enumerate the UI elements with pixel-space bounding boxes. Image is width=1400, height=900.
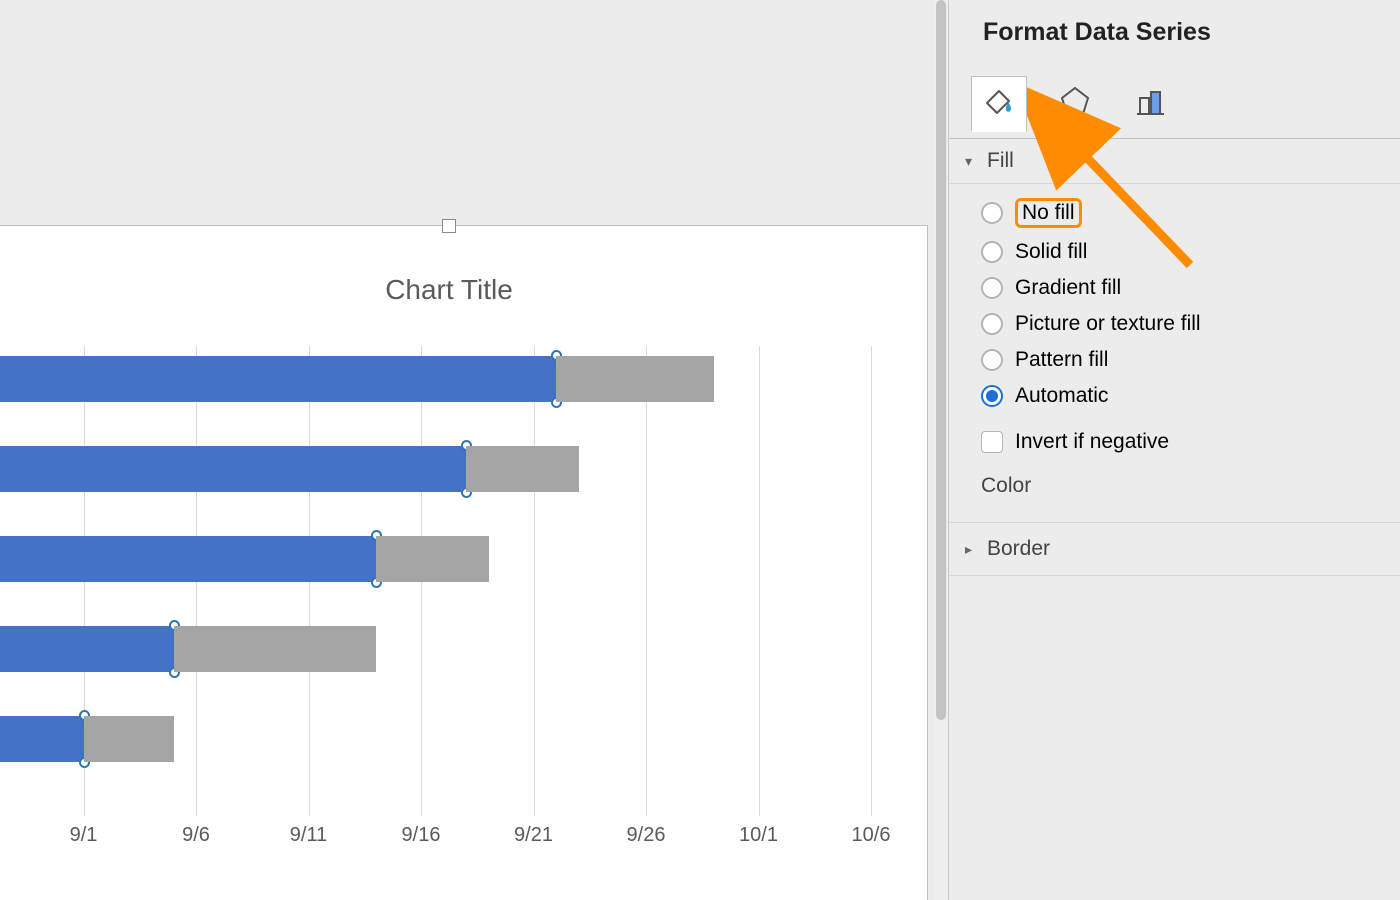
gridline: [534, 346, 535, 816]
bar-row[interactable]: [0, 446, 579, 492]
radio-icon: [981, 241, 1003, 263]
chart-title[interactable]: Chart Title: [0, 274, 927, 306]
fill-option-solid-fill[interactable]: Solid fill: [977, 234, 1400, 270]
tab-series-options[interactable]: [1123, 76, 1179, 132]
bar-row[interactable]: [0, 626, 376, 672]
bar-segment-series2[interactable]: [376, 536, 489, 582]
format-pane: Format Data Series: [948, 0, 1400, 900]
chevron-down-icon: ▾: [965, 153, 979, 170]
vertical-scrollbar[interactable]: [934, 0, 948, 900]
fill-option-picture-fill[interactable]: Picture or texture fill: [977, 306, 1400, 342]
bar-row[interactable]: [0, 356, 714, 402]
fill-section-label: Fill: [987, 149, 1014, 173]
checkbox-icon: [981, 431, 1003, 453]
chevron-right-icon: ▸: [965, 541, 979, 558]
fill-option-automatic[interactable]: Automatic: [977, 378, 1400, 414]
chart-plot-area[interactable]: 8/279/19/69/119/169/219/2610/110/6: [0, 346, 871, 846]
fill-options-group: No fill Solid fill Gradient fill Picture…: [949, 184, 1400, 523]
radio-icon: [981, 349, 1003, 371]
x-axis-tick: 10/6: [852, 824, 891, 847]
resize-handle-top[interactable]: [442, 219, 456, 233]
bar-row[interactable]: [0, 536, 489, 582]
fill-option-pattern-fill[interactable]: Pattern fill: [977, 342, 1400, 378]
tab-effects[interactable]: [1047, 76, 1103, 132]
x-axis-tick: 9/11: [290, 824, 327, 847]
annotation-highlight: No fill: [1015, 198, 1082, 228]
bar-segment-series2[interactable]: [556, 356, 714, 402]
x-axis-tick: 9/26: [627, 824, 666, 847]
chart-object-frame[interactable]: Chart Title 8/279/19/69/119/169/219/2610…: [0, 225, 928, 900]
x-axis-tick: 9/21: [514, 824, 553, 847]
gridline: [646, 346, 647, 816]
paint-bucket-icon: [981, 83, 1017, 125]
format-pane-title: Format Data Series: [949, 0, 1400, 69]
bar-segment-series2[interactable]: [174, 626, 377, 672]
format-pane-tabs: [949, 69, 1400, 139]
radio-icon: [981, 202, 1003, 224]
option-label: Pattern fill: [1015, 348, 1108, 372]
fill-option-no-fill[interactable]: No fill: [977, 192, 1400, 234]
bar-segment-series1[interactable]: [0, 356, 556, 402]
x-axis-tick: 9/16: [402, 824, 441, 847]
x-axis-tick: 9/6: [182, 824, 210, 847]
x-axis-tick: 9/1: [70, 824, 98, 847]
fill-section-header[interactable]: ▾ Fill: [949, 139, 1400, 184]
bar-segment-series1[interactable]: [0, 446, 466, 492]
invert-if-negative[interactable]: Invert if negative: [977, 424, 1400, 460]
tab-fill-and-line[interactable]: [971, 76, 1027, 132]
gridline: [759, 346, 760, 816]
chart-canvas-area: Chart Title 8/279/19/69/119/169/219/2610…: [0, 0, 948, 900]
pentagon-icon: [1058, 84, 1092, 124]
fill-option-gradient-fill[interactable]: Gradient fill: [977, 270, 1400, 306]
option-label: Solid fill: [1015, 240, 1087, 264]
border-section-header[interactable]: ▸ Border: [949, 523, 1400, 576]
bar-segment-series2[interactable]: [466, 446, 579, 492]
bar-segment-series1[interactable]: [0, 536, 376, 582]
option-label: Picture or texture fill: [1015, 312, 1201, 336]
option-label: Invert if negative: [1015, 430, 1169, 454]
color-label: Color: [977, 460, 1400, 506]
x-axis-tick: 10/1: [739, 824, 778, 847]
option-label: Automatic: [1015, 384, 1108, 408]
option-label: No fill: [1022, 201, 1075, 224]
bar-segment-series1[interactable]: [0, 626, 174, 672]
radio-icon: [981, 313, 1003, 335]
bar-segment-series1[interactable]: [0, 716, 84, 762]
radio-icon: [981, 385, 1003, 407]
bar-chart-icon: [1134, 84, 1168, 124]
option-label: Gradient fill: [1015, 276, 1121, 300]
bar-segment-series2[interactable]: [84, 716, 174, 762]
radio-icon: [981, 277, 1003, 299]
gridline: [871, 346, 872, 816]
scrollbar-thumb[interactable]: [936, 0, 946, 720]
border-section-label: Border: [987, 537, 1050, 561]
bar-row[interactable]: [0, 716, 174, 762]
